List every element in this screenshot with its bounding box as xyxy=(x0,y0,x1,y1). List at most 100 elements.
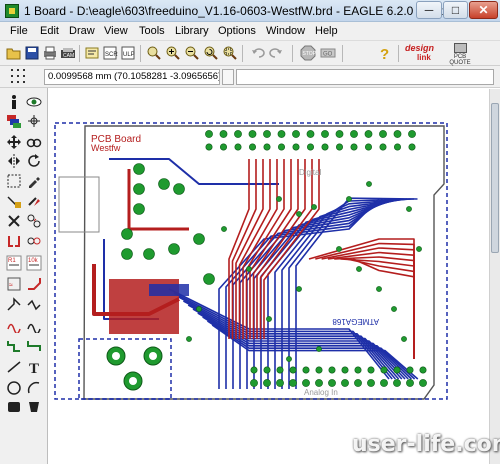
run-ulp-icon[interactable]: ULP xyxy=(120,45,136,61)
menu-file[interactable]: File xyxy=(10,25,28,37)
component-pad xyxy=(143,248,155,260)
rotate-icon[interactable] xyxy=(26,153,42,169)
header-pad xyxy=(393,130,402,138)
save-icon[interactable] xyxy=(24,45,40,61)
mirror-icon[interactable] xyxy=(6,153,22,169)
header-pad xyxy=(419,366,427,374)
paste-icon[interactable] xyxy=(6,193,22,209)
open-icon[interactable] xyxy=(6,45,22,61)
delete-icon[interactable] xyxy=(26,193,42,209)
redo-icon[interactable] xyxy=(268,45,284,61)
cam-icon[interactable]: CAM xyxy=(60,45,76,61)
command-line-input[interactable] xyxy=(236,69,494,85)
stop-icon[interactable]: STOP xyxy=(300,45,316,61)
minimize-button[interactable]: ─ xyxy=(416,1,442,19)
route-icon[interactable] xyxy=(6,317,22,333)
menu-view[interactable]: View xyxy=(104,25,128,37)
hole-icon[interactable] xyxy=(26,399,42,415)
zoom-fit-icon[interactable] xyxy=(146,45,162,61)
print-icon[interactable] xyxy=(42,45,58,61)
via xyxy=(296,286,302,292)
header-pad xyxy=(380,366,388,374)
close-button[interactable]: ✕ xyxy=(469,1,498,19)
top-trace xyxy=(127,169,189,231)
header-pad xyxy=(302,379,310,387)
change-icon[interactable] xyxy=(26,173,42,189)
circle-icon[interactable] xyxy=(6,359,22,375)
pcb-quote-button[interactable]: PCB QUOTE xyxy=(445,43,475,66)
via xyxy=(311,204,317,210)
header-pad xyxy=(276,379,284,387)
scrollbar-thumb[interactable] xyxy=(491,103,499,253)
copy-icon[interactable] xyxy=(26,134,42,150)
undo-icon[interactable] xyxy=(250,45,266,61)
menu-library[interactable]: Library xyxy=(175,25,209,37)
name-icon[interactable]: R1 xyxy=(6,255,22,271)
menu-options[interactable]: Options xyxy=(218,25,256,37)
header-pad xyxy=(263,379,271,387)
optimize-icon[interactable] xyxy=(26,297,42,313)
header-pad xyxy=(328,379,336,387)
value-icon[interactable]: 10k xyxy=(26,255,42,271)
polygon-icon[interactable] xyxy=(26,380,42,396)
go-icon[interactable]: GO xyxy=(320,45,336,61)
split-icon[interactable] xyxy=(6,297,22,313)
menu-edit[interactable]: Edit xyxy=(40,25,59,37)
show-icon[interactable] xyxy=(26,94,42,110)
header-pad xyxy=(315,366,323,374)
zoom-redraw-icon[interactable] xyxy=(203,45,219,61)
header-pad xyxy=(406,379,414,387)
zoom-out-icon[interactable] xyxy=(184,45,200,61)
designlink-logo[interactable]: design link xyxy=(405,44,441,64)
component-pad xyxy=(121,248,133,260)
info-icon[interactable] xyxy=(6,94,22,110)
header-pad xyxy=(302,366,310,374)
mcu-label: ATMEGA168 xyxy=(332,317,379,326)
via xyxy=(406,206,412,212)
add-icon[interactable] xyxy=(6,213,22,229)
menu-window[interactable]: Window xyxy=(266,25,305,37)
via-icon[interactable] xyxy=(6,399,22,415)
smash-icon[interactable]: ≈ xyxy=(6,276,22,292)
svg-text:≈: ≈ xyxy=(9,282,13,289)
via xyxy=(266,316,272,322)
text-icon[interactable] xyxy=(26,338,42,354)
zoom-in-icon[interactable] xyxy=(165,45,181,61)
wire-icon[interactable] xyxy=(6,338,22,354)
menu-draw[interactable]: Draw xyxy=(69,25,95,37)
header-pad xyxy=(321,143,329,151)
zoom-area-icon[interactable] xyxy=(222,45,238,61)
rect-icon[interactable] xyxy=(6,380,22,396)
board-canvas[interactable]: PCB Board Westfw Digital Analog In ATMEG… xyxy=(49,89,489,464)
via xyxy=(416,246,422,252)
eagle-app-icon[interactable] xyxy=(5,4,19,18)
schematic-icon[interactable] xyxy=(84,45,100,61)
ripup-icon[interactable] xyxy=(26,317,42,333)
help-icon[interactable]: ? xyxy=(376,45,392,61)
display-layers-icon[interactable] xyxy=(6,113,22,129)
mark-icon[interactable] xyxy=(26,113,42,129)
board-drawing[interactable]: PCB Board Westfw Digital Analog In ATMEG… xyxy=(49,89,489,464)
via xyxy=(246,266,252,272)
pcb-quote-label: PCB QUOTE xyxy=(449,54,471,66)
via xyxy=(356,266,362,272)
maximize-button[interactable]: □ xyxy=(443,1,468,19)
script-icon[interactable]: SCR xyxy=(102,45,118,61)
menu-help[interactable]: Help xyxy=(315,25,338,37)
replace-icon[interactable] xyxy=(6,233,22,249)
menu-tools[interactable]: Tools xyxy=(139,25,165,37)
header-pad xyxy=(393,143,401,151)
pcb-quote-icon xyxy=(454,43,467,53)
pinswap-icon[interactable] xyxy=(26,213,42,229)
coordinate-menu-button[interactable] xyxy=(222,69,234,85)
header-pad xyxy=(250,379,258,387)
grid-icon[interactable] xyxy=(10,68,26,84)
via xyxy=(316,346,322,352)
miter-icon[interactable] xyxy=(26,276,42,292)
lock-icon[interactable] xyxy=(26,233,42,249)
vertical-scrollbar[interactable] xyxy=(489,89,500,464)
group-icon[interactable] xyxy=(6,173,22,189)
arc-icon[interactable]: T xyxy=(26,359,42,375)
svg-text:SCR: SCR xyxy=(105,52,118,58)
move-icon[interactable] xyxy=(6,134,22,150)
